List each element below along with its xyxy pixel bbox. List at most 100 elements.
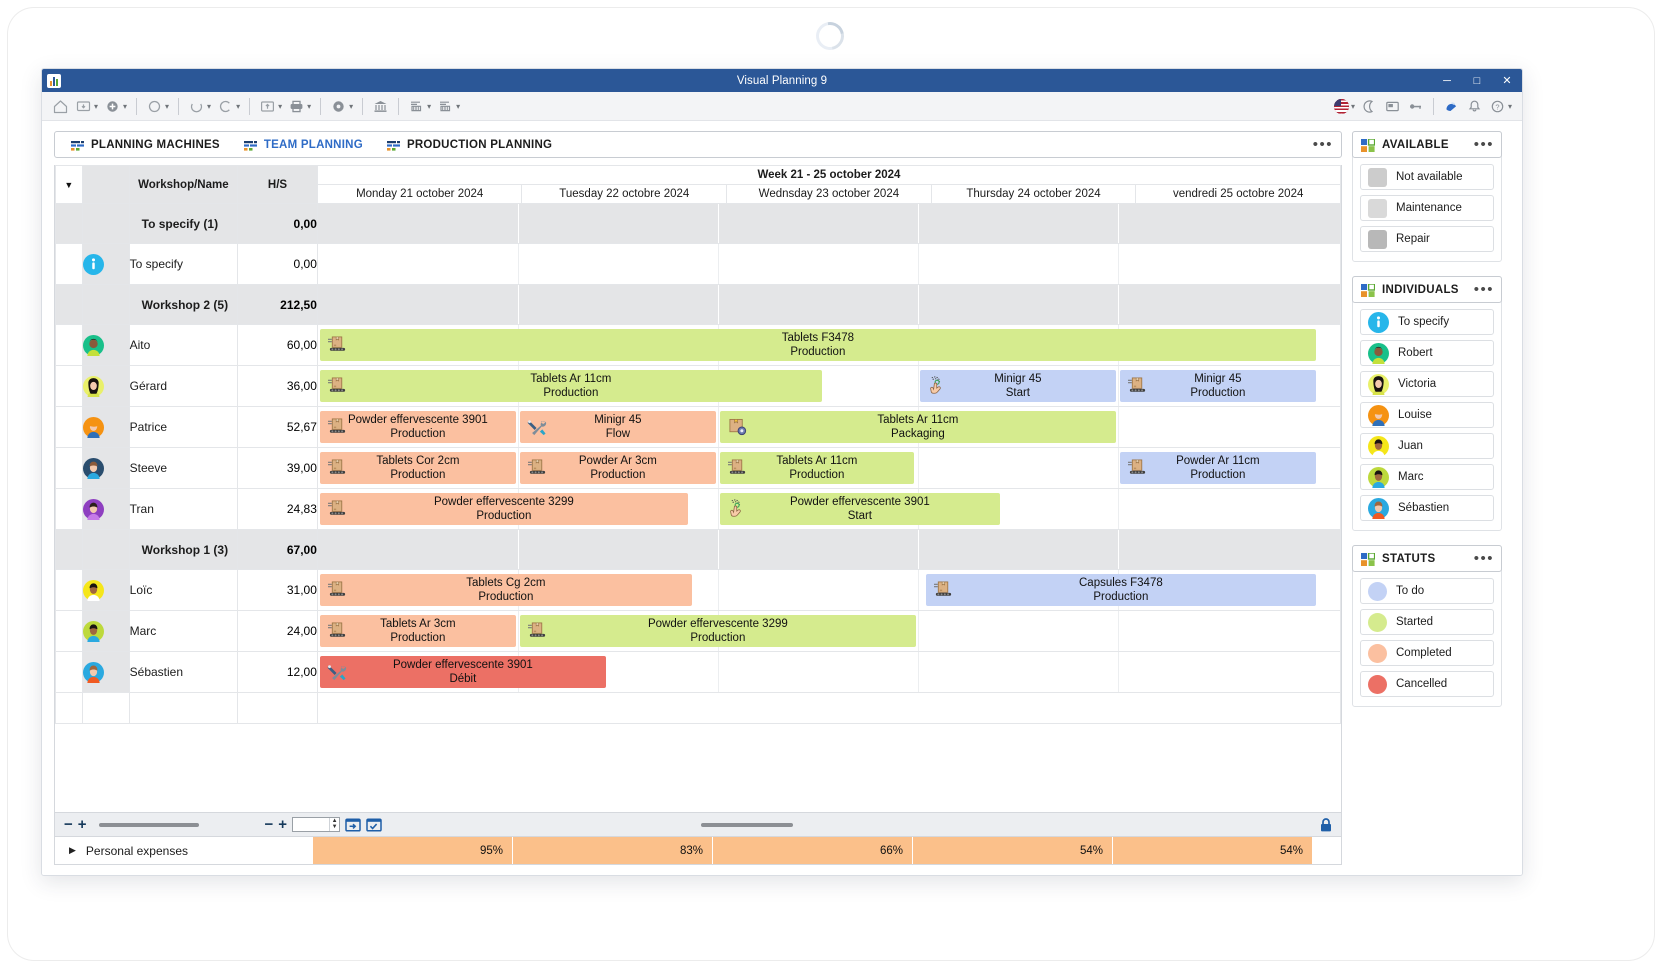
individual-item-4[interactable]: Louise <box>1360 402 1494 428</box>
print-icon-button[interactable]: ▾ <box>286 95 313 117</box>
bank-icon-button[interactable] <box>370 95 391 117</box>
task-bar[interactable]: Tablets Ar 11cm Packaging <box>719 411 1116 443</box>
timeline-lane[interactable]: Powder effervescente 3299 Production Powde… <box>316 488 1341 530</box>
grid-scroll-area[interactable]: ▼ Workshop/Name H/S Week 21 - 25 october… <box>55 165 1341 812</box>
individual-item-3[interactable]: Victoria <box>1360 371 1494 397</box>
resource-row[interactable]: Loïc 31,00 Tablets Cg 2cm Production Capsule… <box>55 569 1341 611</box>
board-icon-button[interactable]: ▾ <box>73 95 100 117</box>
lock-icon[interactable] <box>1319 817 1333 838</box>
timeline-lane[interactable] <box>316 203 1341 244</box>
task-bar[interactable]: Tablets Cor 2cm Production <box>319 452 516 484</box>
resource-row[interactable]: Marc 24,00 Tablets Ar 3cm Production Powder … <box>55 610 1341 652</box>
task-bar[interactable]: Minigr 45 Production <box>1119 370 1316 402</box>
row-expander-cell[interactable] <box>55 488 83 530</box>
home-icon-button[interactable] <box>50 95 71 117</box>
resource-row[interactable]: Sébastien 12,00 Powder effervescente 3901 D… <box>55 651 1341 693</box>
expand-triangle-icon[interactable]: ▶ <box>69 845 76 856</box>
available-item-2[interactable]: Maintenance <box>1360 195 1494 221</box>
task-bar[interactable]: Tablets Ar 3cm Production <box>319 615 516 647</box>
task-bar[interactable]: Tablets Ar 11cm Production <box>719 452 914 484</box>
row-expander-cell[interactable] <box>55 529 83 570</box>
task-bar[interactable]: Powder Ar 11cm Production <box>1119 452 1316 484</box>
row-expander-cell[interactable] <box>55 324 83 366</box>
timeline-lane[interactable]: Tablets Cg 2cm Production Capsules F3478 Pr… <box>316 569 1341 611</box>
redo-icon-button[interactable]: ▾ <box>215 95 242 117</box>
task-bar[interactable]: Powder effervescente 3901 Production <box>319 411 516 443</box>
individual-item-1[interactable]: To specify <box>1360 309 1494 335</box>
individual-item-5[interactable]: Juan <box>1360 433 1494 459</box>
expenses-label-cell[interactable]: ▶ Personal expenses <box>55 837 313 864</box>
today-calendar-icon[interactable] <box>345 817 361 832</box>
resource-row[interactable]: To specify 0,00 <box>55 243 1341 285</box>
tab-team-planning[interactable]: TEAM PLANNING <box>234 132 377 157</box>
tab-production-planning[interactable]: PRODUCTION PLANNING <box>377 132 566 157</box>
row-expander-cell[interactable] <box>55 447 83 489</box>
filter-in-icon-button[interactable]: ▾ <box>406 95 433 117</box>
panel-menu-button[interactable]: ••• <box>1474 137 1494 152</box>
filter-out-icon-button[interactable]: ▾ <box>435 95 462 117</box>
timescale-zoom-in-button[interactable]: + <box>278 816 287 833</box>
timeline-lane[interactable]: Tablets Ar 3cm Production Powder effervesc… <box>316 610 1341 652</box>
resource-row[interactable]: Steeve 39,00 Tablets Cor 2cm Production Powd… <box>55 447 1341 489</box>
row-expander-cell[interactable] <box>55 365 83 407</box>
add-circle-icon-button[interactable]: ▾ <box>102 95 129 117</box>
task-bar[interactable]: Powder effervescente 3901 Start <box>719 493 1000 525</box>
row-expander-cell[interactable] <box>55 569 83 611</box>
timescale-zoom-out-button[interactable]: − <box>265 816 274 833</box>
timeline-lane[interactable] <box>316 243 1341 285</box>
status-item-1[interactable]: To do <box>1360 578 1494 604</box>
window-layout-button[interactable] <box>1382 95 1403 117</box>
task-bar[interactable]: Minigr 45 Start <box>919 370 1116 402</box>
group-row[interactable]: To specify (1) 0,00 <box>55 203 1341 244</box>
individual-item-2[interactable]: Robert <box>1360 340 1494 366</box>
row-expander-cell[interactable] <box>55 610 83 652</box>
row-zoom-out-button[interactable]: − <box>64 816 73 833</box>
check-calendar-icon[interactable] <box>366 817 382 832</box>
help-button[interactable]: ? ▾ <box>1487 95 1514 117</box>
task-bar[interactable]: Minigr 45 Flow <box>519 411 716 443</box>
collapse-all-button[interactable]: ▼ <box>55 165 83 204</box>
row-expander-cell[interactable] <box>55 406 83 448</box>
refresh-circle-icon-button[interactable]: ▾ <box>144 95 171 117</box>
export-image-icon-button[interactable]: ▾ <box>257 95 284 117</box>
tab-overflow-menu[interactable]: ••• <box>1313 137 1333 152</box>
minimize-button[interactable]: ─ <box>1432 69 1462 92</box>
task-bar[interactable]: Tablets Cg 2cm Production <box>319 574 692 606</box>
task-bar[interactable]: Powder Ar 3cm Production <box>519 452 716 484</box>
individual-item-6[interactable]: Marc <box>1360 464 1494 490</box>
timescale-stepper[interactable]: ▲ ▼ <box>292 817 341 832</box>
row-expander-cell[interactable] <box>55 284 83 325</box>
status-item-3[interactable]: Completed <box>1360 640 1494 666</box>
timeline-lane[interactable]: Powder effervescente 3901 Débit <box>316 651 1341 693</box>
task-bar[interactable]: Tablets F3478 Production <box>319 329 1316 361</box>
timeline-lane[interactable] <box>316 284 1341 325</box>
record-icon-button[interactable]: ▾ <box>328 95 355 117</box>
row-expander-cell[interactable] <box>55 243 83 285</box>
individual-item-7[interactable]: Sébastien <box>1360 495 1494 521</box>
task-bar[interactable]: Capsules F3478 Production <box>925 574 1316 606</box>
group-row[interactable]: Workshop 2 (5) 212,50 <box>55 284 1341 325</box>
status-item-4[interactable]: Cancelled <box>1360 671 1494 697</box>
available-item-3[interactable]: Repair <box>1360 226 1494 252</box>
timeline-lane[interactable]: Tablets Ar 11cm Production Minigr 45 Start M… <box>316 365 1341 407</box>
dark-mode-toggle[interactable] <box>1359 95 1380 117</box>
timeline-lane[interactable]: Tablets F3478 Production <box>316 324 1341 366</box>
group-row[interactable]: Workshop 1 (3) 67,00 <box>55 529 1341 570</box>
support-button[interactable] <box>1441 95 1462 117</box>
panel-menu-button[interactable]: ••• <box>1474 282 1494 297</box>
task-bar[interactable]: Powder effervescente 3299 Production <box>519 615 916 647</box>
task-bar[interactable]: Powder effervescente 3901 Débit <box>319 656 606 688</box>
maximize-button[interactable]: □ <box>1462 69 1492 92</box>
language-selector[interactable]: ▾ <box>1332 95 1357 117</box>
resource-row[interactable]: Tran 24,83 Powder effervescente 3299 Produc… <box>55 488 1341 530</box>
horizontal-scrollbar[interactable] <box>701 822 793 827</box>
resource-row[interactable]: Aito 60,00 Tablets F3478 Production <box>55 324 1341 366</box>
resource-row[interactable]: Patrice 52,67 Powder effervescente 3901 Pro… <box>55 406 1341 448</box>
timeline-lane[interactable] <box>316 529 1341 570</box>
status-item-2[interactable]: Started <box>1360 609 1494 635</box>
available-item-1[interactable]: Not available <box>1360 164 1494 190</box>
resource-row[interactable]: Gérard 36,00 Tablets Ar 11cm Production Mini… <box>55 365 1341 407</box>
undo-icon-button[interactable]: ▾ <box>186 95 213 117</box>
row-expander-cell[interactable] <box>55 203 83 244</box>
vertical-size-slider[interactable] <box>98 822 199 827</box>
